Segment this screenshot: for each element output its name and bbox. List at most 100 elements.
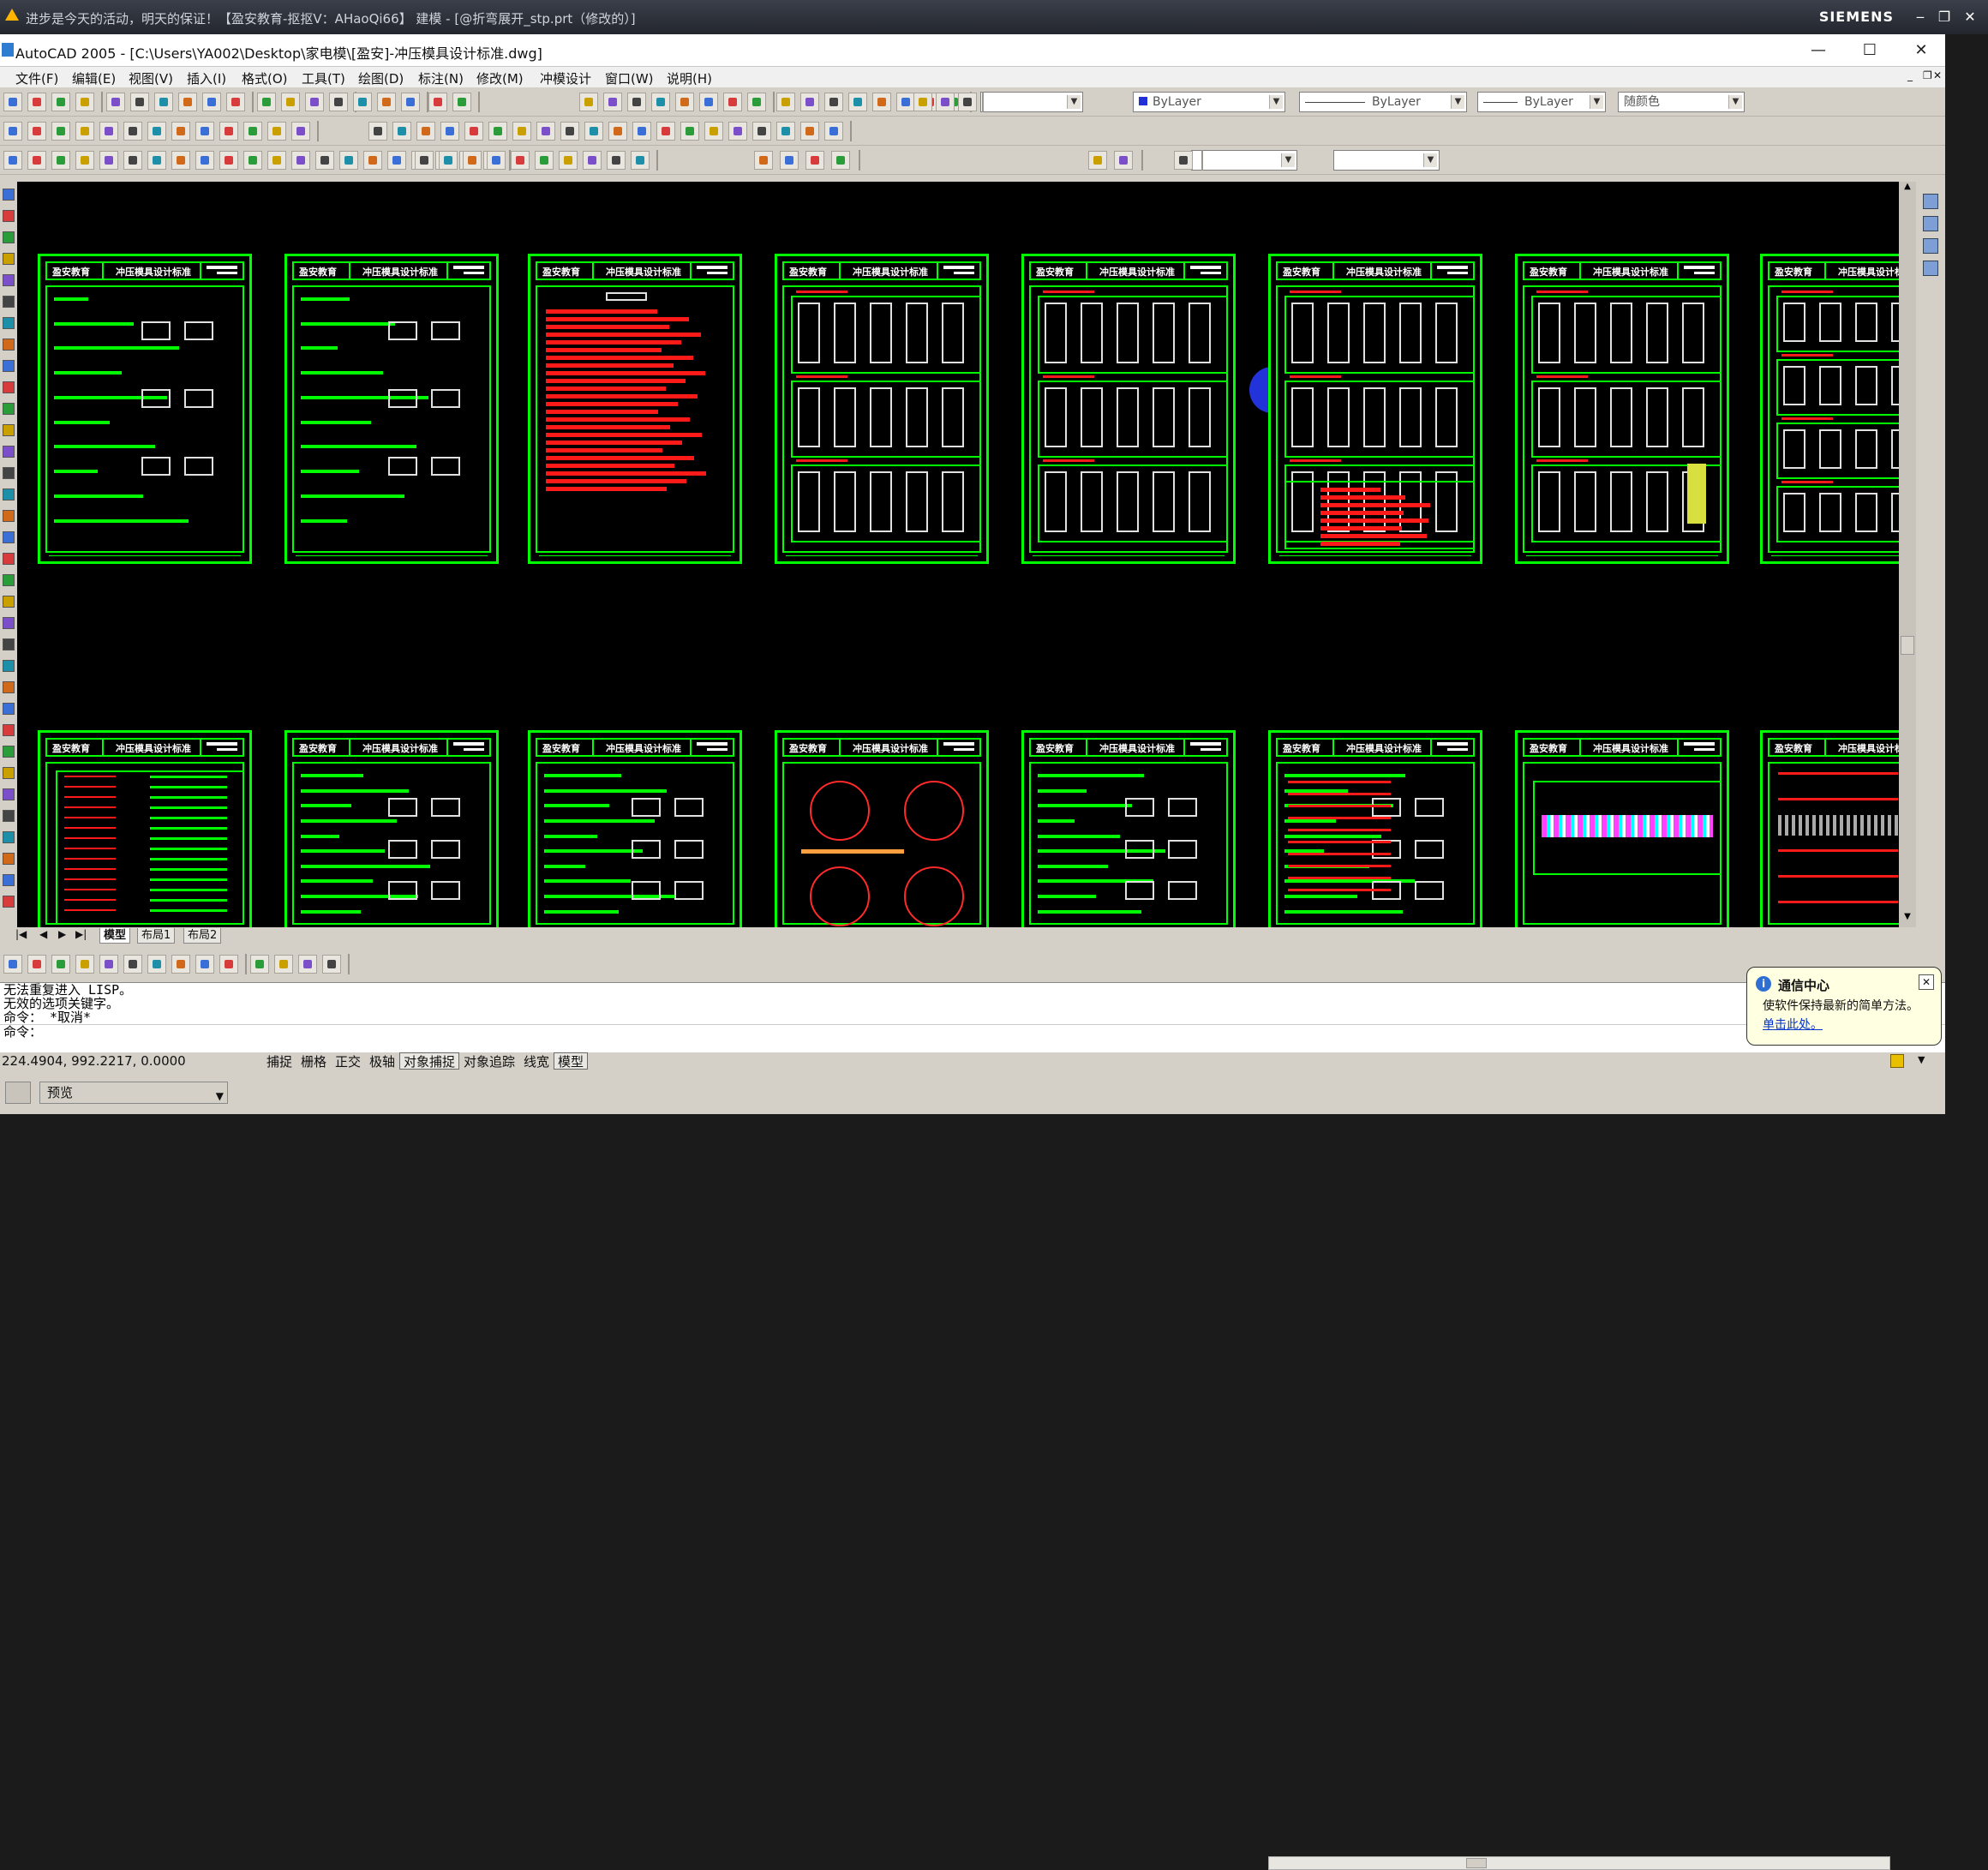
draw-tool-icon[interactable] bbox=[3, 360, 15, 372]
toolbar-tool-icon[interactable] bbox=[936, 93, 955, 111]
toolbar-tool-icon[interactable] bbox=[147, 122, 166, 141]
draw-tool-icon[interactable] bbox=[3, 531, 15, 543]
toolbar-tool-icon[interactable] bbox=[106, 93, 125, 111]
toolbar-tool-icon[interactable] bbox=[305, 93, 324, 111]
toolbar-tool-icon[interactable] bbox=[219, 122, 238, 141]
drawing-sheet[interactable]: 盈安教育 冲压模具设计标准 bbox=[1760, 254, 1899, 564]
toolbar-tool-icon[interactable] bbox=[675, 93, 694, 111]
toolbar-tool-icon[interactable] bbox=[123, 122, 142, 141]
scroll-thumb[interactable] bbox=[1901, 636, 1914, 655]
toolbar-tool-icon[interactable] bbox=[415, 151, 434, 170]
scroll-up-arrow-icon[interactable]: ▲ bbox=[1901, 182, 1914, 195]
lineweight-combo[interactable]: ByLayer ▼ bbox=[1477, 92, 1606, 112]
toolbar-tool-icon[interactable] bbox=[99, 151, 118, 170]
drawing-sheet[interactable]: 盈安教育 冲压模具设计标准 bbox=[775, 254, 989, 564]
osnap-toggle[interactable]: 对象捕捉 bbox=[399, 1052, 460, 1070]
draw-tool-icon[interactable] bbox=[3, 189, 15, 201]
toolbar-tool-icon[interactable] bbox=[195, 151, 214, 170]
toolbar-tool-icon[interactable] bbox=[913, 93, 932, 111]
toolbar-tool-icon[interactable] bbox=[512, 122, 531, 141]
drawing-sheet[interactable]: 盈安教育 冲压模具设计标准 bbox=[1021, 730, 1236, 927]
toolbar-tool-icon[interactable] bbox=[51, 93, 70, 111]
nx-minimize-button[interactable]: ‒ bbox=[1911, 9, 1930, 26]
draw-tool-icon[interactable] bbox=[3, 788, 15, 800]
toolbar-tool-icon[interactable] bbox=[511, 151, 530, 170]
polar-toggle[interactable]: 极轴 bbox=[365, 1052, 399, 1070]
palette-tool-icon[interactable] bbox=[1923, 216, 1938, 231]
toolbar-tool-icon[interactable] bbox=[560, 122, 579, 141]
drawing-sheet[interactable]: 盈安教育 冲压模具设计标准 bbox=[38, 254, 252, 564]
toolbar-tool-icon[interactable] bbox=[440, 122, 459, 141]
model-toggle[interactable]: 模型 bbox=[554, 1052, 589, 1070]
tab-first-arrow-icon[interactable]: |◀ bbox=[15, 928, 27, 940]
toolbar-tool-icon[interactable] bbox=[728, 122, 747, 141]
tab-model[interactable]: 模型 bbox=[99, 928, 131, 944]
draw-tool-icon[interactable] bbox=[3, 446, 15, 458]
command-window[interactable]: 无法重复进入 LISP。 无效的选项关键字。 命令： *取消* 命令： bbox=[0, 982, 1945, 1052]
toolbar-tool-icon[interactable] bbox=[51, 151, 70, 170]
toolbar-tool-icon[interactable] bbox=[123, 151, 142, 170]
toolbar-tool-icon[interactable] bbox=[632, 122, 651, 141]
toolbar-tool-icon[interactable] bbox=[3, 955, 22, 974]
toolbar-tool-icon[interactable] bbox=[329, 93, 348, 111]
toolbar-tool-icon[interactable] bbox=[416, 122, 435, 141]
balloon-close-button[interactable]: ✕ bbox=[1919, 974, 1934, 990]
toolbar-tool-icon[interactable] bbox=[147, 955, 166, 974]
toolbar-tool-icon[interactable] bbox=[463, 151, 482, 170]
draw-tool-icon[interactable] bbox=[3, 617, 15, 629]
toolbar-tool-icon[interactable] bbox=[363, 151, 382, 170]
draw-tool-icon[interactable] bbox=[3, 574, 15, 586]
toolbar-tool-icon[interactable] bbox=[824, 122, 843, 141]
toolbar-tool-icon[interactable] bbox=[257, 93, 276, 111]
toolbar-tool-icon[interactable] bbox=[704, 122, 723, 141]
toolbar-tool-icon[interactable] bbox=[439, 151, 458, 170]
toolbar-tool-icon[interactable] bbox=[800, 122, 819, 141]
draw-tool-icon[interactable] bbox=[3, 381, 15, 393]
toolbar-tool-icon[interactable] bbox=[27, 93, 46, 111]
balloon-link[interactable]: 单击此处。 bbox=[1763, 1016, 1823, 1033]
menu-help[interactable]: 说明(H) bbox=[667, 69, 712, 87]
menu-tools[interactable]: 工具(T) bbox=[302, 69, 345, 87]
toolbar-tool-icon[interactable] bbox=[680, 122, 699, 141]
toolbar-tool-icon[interactable] bbox=[754, 151, 773, 170]
toolbar-tool-icon[interactable] bbox=[800, 93, 819, 111]
toolbar-tool-icon[interactable] bbox=[171, 122, 190, 141]
toolbar-tool-icon[interactable] bbox=[178, 93, 197, 111]
draw-tool-icon[interactable] bbox=[3, 660, 15, 672]
toolbar-tool-icon[interactable] bbox=[3, 151, 22, 170]
toolbar-tool-icon[interactable] bbox=[298, 955, 317, 974]
preview-combo[interactable]: 预览 ▼ bbox=[39, 1082, 228, 1104]
toolbar-tool-icon[interactable] bbox=[824, 93, 843, 111]
menu-insert[interactable]: 插入(I) bbox=[187, 69, 226, 87]
toolbar-tool-icon[interactable] bbox=[723, 93, 742, 111]
toolbar-tool-icon[interactable] bbox=[267, 122, 286, 141]
toolbar-tool-icon[interactable] bbox=[848, 93, 867, 111]
toolbar-tool-icon[interactable] bbox=[579, 93, 598, 111]
draw-tool-icon[interactable] bbox=[3, 681, 15, 693]
comm-center-tray-icon[interactable] bbox=[1890, 1054, 1904, 1068]
doc-close-button[interactable]: ✕ bbox=[1933, 69, 1942, 81]
palette-tool-icon[interactable] bbox=[1923, 261, 1938, 276]
toolbar-tool-icon[interactable] bbox=[752, 122, 771, 141]
toolbar-tool-icon[interactable] bbox=[75, 955, 94, 974]
toolbar-tool-icon[interactable] bbox=[831, 151, 850, 170]
toolbar-tool-icon[interactable] bbox=[656, 122, 675, 141]
lineweight-toggle[interactable]: 线宽 bbox=[519, 1052, 554, 1070]
status-menu-arrow-icon[interactable]: ▼ bbox=[1918, 1054, 1925, 1065]
toolbar-tool-icon[interactable] bbox=[51, 122, 70, 141]
toolbar-tool-icon[interactable] bbox=[202, 93, 221, 111]
toolbar-tool-icon[interactable] bbox=[99, 122, 118, 141]
drawing-sheet[interactable]: 盈安教育 冲压模具设计标准 bbox=[1021, 254, 1236, 564]
minimize-button[interactable]: — bbox=[1799, 38, 1837, 63]
palette-tool-icon[interactable] bbox=[1923, 194, 1938, 209]
vertical-scrollbar[interactable]: ▲ ▼ bbox=[1899, 182, 1916, 927]
ortho-toggle[interactable]: 正交 bbox=[331, 1052, 365, 1070]
draw-tool-icon[interactable] bbox=[3, 724, 15, 736]
nx-restore-button[interactable]: ❐ bbox=[1935, 9, 1954, 26]
draw-tool-icon[interactable] bbox=[3, 853, 15, 865]
toolbar-tool-icon[interactable] bbox=[387, 151, 406, 170]
toolbar-tool-icon[interactable] bbox=[281, 93, 300, 111]
toolbar-tool-icon[interactable] bbox=[99, 955, 118, 974]
toolbar-tool-icon[interactable] bbox=[428, 93, 447, 111]
draw-tool-icon[interactable] bbox=[3, 210, 15, 222]
